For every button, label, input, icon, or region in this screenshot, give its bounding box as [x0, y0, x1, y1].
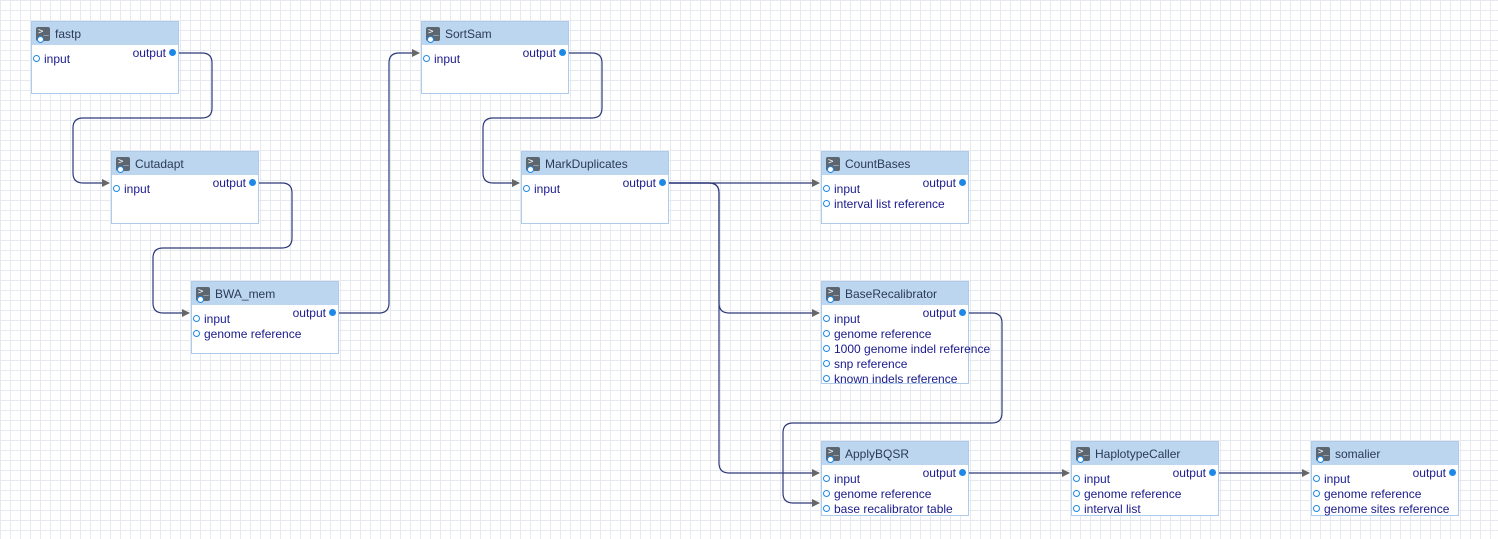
node-title: SortSam [445, 26, 492, 41]
output-port[interactable]: output [923, 465, 967, 480]
terminal-icon: >_ [426, 26, 440, 43]
input-port[interactable]: 1000 genome indel reference [822, 341, 990, 356]
node-somalier[interactable]: >_ somalier input genome reference genome si… [1311, 441, 1459, 516]
node-header[interactable]: >_ SortSam [422, 22, 568, 45]
node-fastp[interactable]: >_ fastp input output [31, 21, 179, 94]
node-sortsam[interactable]: >_ SortSam input output [421, 21, 569, 94]
workflow-canvas[interactable]: >_ fastp input output >_ Cutadapt input output >… [0, 0, 1498, 539]
input-port[interactable]: genome reference [822, 486, 968, 501]
node-header[interactable]: >_ HaplotypeCaller [1072, 442, 1218, 465]
terminal-icon: >_ [526, 156, 540, 173]
output-port[interactable]: output [923, 305, 967, 320]
output-port[interactable]: output [623, 175, 667, 190]
input-port[interactable]: known indels reference [822, 371, 968, 386]
edge-markdup-applybqsr[interactable] [664, 182, 820, 477]
node-header[interactable]: >_ MarkDuplicates [522, 152, 668, 175]
terminal-icon: >_ [1316, 446, 1330, 463]
node-cutadapt[interactable]: >_ Cutadapt input output [111, 151, 259, 224]
input-port[interactable]: interval list [1072, 501, 1218, 516]
node-applybqsr[interactable]: >_ ApplyBQSR input genome reference base rec… [821, 441, 969, 516]
node-title: BaseRecalibrator [845, 286, 938, 301]
input-port[interactable]: genome reference [822, 326, 968, 341]
node-countbases[interactable]: >_ CountBases input interval list reference… [821, 151, 969, 224]
node-header[interactable]: >_ somalier [1312, 442, 1458, 465]
output-port[interactable]: output [923, 175, 967, 190]
output-port[interactable]: output [213, 175, 257, 190]
input-port[interactable]: base recalibrator table [822, 501, 968, 516]
output-port[interactable]: output [293, 305, 337, 320]
node-header[interactable]: >_ fastp [32, 22, 178, 45]
output-port[interactable]: output [1173, 465, 1217, 480]
input-port[interactable]: genome reference [1072, 486, 1218, 501]
node-bwa[interactable]: >_ BWA_mem input genome reference output [191, 281, 339, 354]
terminal-icon: >_ [826, 446, 840, 463]
node-baserecal[interactable]: >_ BaseRecalibrator input genome reference 1… [821, 281, 990, 386]
node-haplotype[interactable]: >_ HaplotypeCaller input genome reference in… [1071, 441, 1219, 516]
node-title: HaplotypeCaller [1095, 446, 1181, 461]
input-port[interactable]: genome sites reference [1312, 501, 1458, 516]
node-title: fastp [55, 26, 82, 41]
terminal-icon: >_ [116, 156, 130, 173]
node-title: Cutadapt [135, 156, 184, 171]
node-title: somalier [1335, 446, 1381, 461]
node-title: ApplyBQSR [845, 446, 910, 461]
node-header[interactable]: >_ BaseRecalibrator [822, 282, 968, 305]
edges-layer [72, 49, 1310, 507]
node-title: CountBases [845, 156, 911, 171]
edge-bwa-sortsam[interactable] [334, 49, 420, 314]
terminal-icon: >_ [36, 26, 50, 43]
terminal-icon: >_ [826, 286, 840, 303]
output-port[interactable]: output [1413, 465, 1457, 480]
node-markdup[interactable]: >_ MarkDuplicates input output [521, 151, 669, 224]
terminal-icon: >_ [1076, 446, 1090, 463]
node-header[interactable]: >_ CountBases [822, 152, 968, 175]
node-header[interactable]: >_ ApplyBQSR [822, 442, 968, 465]
output-port[interactable]: output [133, 45, 177, 60]
input-port[interactable]: genome reference [1312, 486, 1458, 501]
node-title: BWA_mem [215, 286, 276, 301]
node-header[interactable]: >_ BWA_mem [192, 282, 338, 305]
node-header[interactable]: >_ Cutadapt [112, 152, 258, 175]
node-title: MarkDuplicates [545, 156, 628, 171]
input-port[interactable]: snp reference [822, 356, 968, 371]
edge-markdup-baserecal[interactable] [664, 182, 820, 317]
input-port[interactable]: genome reference [192, 326, 338, 341]
terminal-icon: >_ [826, 156, 840, 173]
terminal-icon: >_ [196, 286, 210, 303]
output-port[interactable]: output [523, 45, 567, 60]
input-port[interactable]: interval list reference [822, 196, 968, 211]
